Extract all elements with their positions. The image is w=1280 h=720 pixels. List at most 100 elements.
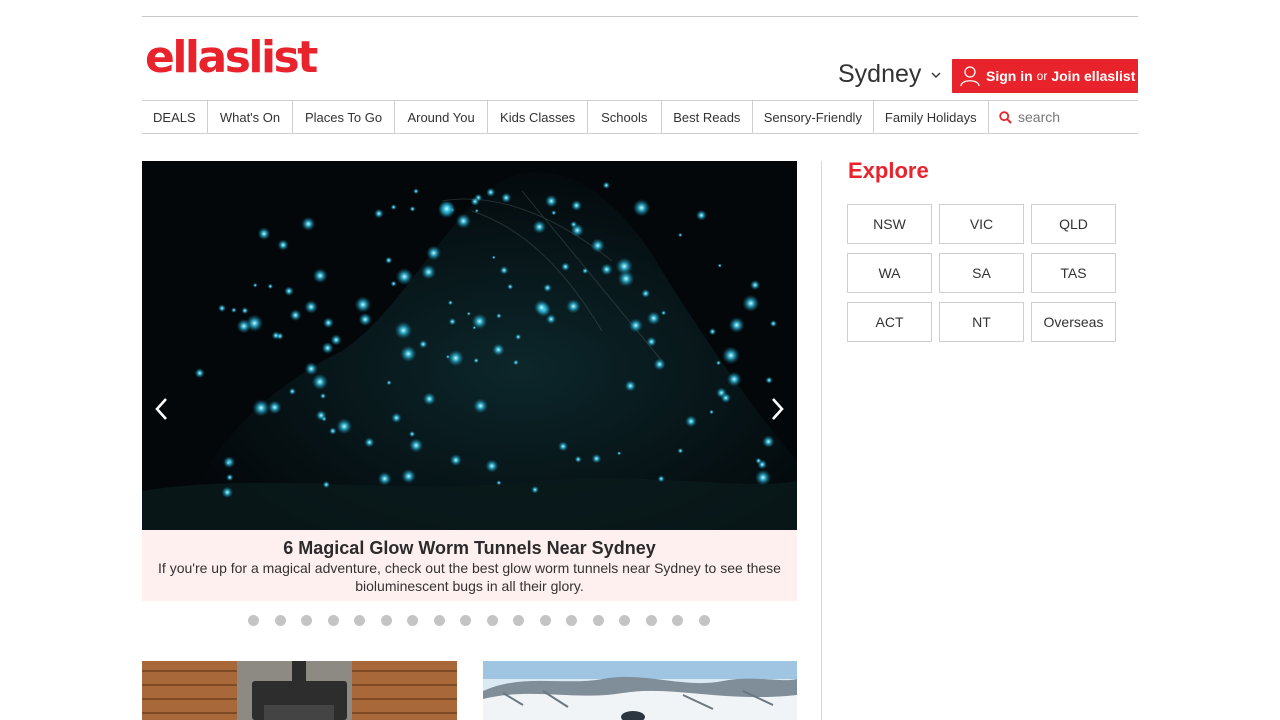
nav-item-schools[interactable]: Schools — [588, 101, 662, 133]
slider-dot[interactable] — [380, 615, 392, 626]
glow-point — [284, 286, 294, 296]
nav-item-around-you[interactable]: Around You — [395, 101, 489, 133]
glow-point — [391, 412, 402, 424]
glow-point — [600, 263, 613, 276]
glow-point — [336, 418, 353, 435]
sign-in-button[interactable]: Sign in or Join ellaslist — [952, 59, 1138, 93]
or-label: or — [1036, 69, 1048, 83]
slider-dot[interactable] — [619, 615, 630, 626]
glow-point — [358, 312, 372, 327]
glow-point — [653, 358, 666, 371]
slider-dot[interactable] — [327, 615, 339, 626]
hero-slide-image[interactable] — [142, 161, 797, 530]
ellaslist-logo[interactable]: ellaslist — [145, 30, 318, 86]
article-thumbnail-fireplace[interactable] — [142, 661, 457, 720]
glow-point — [574, 455, 582, 463]
region-button-nsw[interactable]: NSW — [847, 204, 932, 244]
glow-point — [485, 459, 499, 473]
search-input[interactable] — [1018, 109, 1138, 125]
glow-point — [501, 192, 512, 203]
city-selector[interactable]: Sydney — [838, 60, 941, 89]
region-button-wa[interactable]: WA — [847, 253, 932, 293]
nav-item-places-to-go[interactable]: Places To Go — [293, 101, 395, 133]
glow-point — [543, 283, 552, 293]
glow-point — [722, 346, 740, 365]
nav-item-family-holidays[interactable]: Family Holidays — [874, 101, 989, 133]
glow-point — [231, 307, 237, 313]
nav-item-whats-on[interactable]: What's On — [208, 101, 294, 133]
glow-point — [386, 380, 392, 386]
column-divider — [821, 161, 822, 720]
slider-dot[interactable] — [645, 615, 657, 626]
glow-point — [445, 354, 450, 359]
glow-point — [330, 334, 342, 346]
slider-dot[interactable] — [248, 615, 259, 626]
slider-dot[interactable] — [513, 615, 524, 626]
nav-item-deals[interactable]: DEALS — [142, 101, 208, 133]
slider-dot[interactable] — [566, 615, 577, 626]
glow-point — [726, 371, 742, 387]
glow-point — [695, 209, 707, 221]
slider-dot[interactable] — [274, 615, 286, 626]
chevron-left-icon[interactable] — [150, 396, 174, 422]
nav-search[interactable] — [989, 101, 1138, 133]
glow-point — [401, 468, 417, 484]
hero-caption[interactable]: 6 Magical Glow Worm Tunnels Near Sydney … — [142, 530, 797, 601]
search-icon[interactable] — [999, 110, 1012, 124]
glow-point — [470, 197, 480, 206]
glow-point — [486, 187, 496, 197]
slider-dot[interactable] — [301, 615, 312, 626]
slider-dot[interactable] — [539, 615, 551, 626]
nav-item-sensory-friendly[interactable]: Sensory-Friendly — [753, 101, 874, 133]
glow-point — [709, 409, 714, 415]
glow-point — [473, 398, 489, 414]
hero-title[interactable]: 6 Magical Glow Worm Tunnels Near Sydney — [142, 537, 797, 559]
main-nav: DEALS What's On Places To Go Around You … — [142, 100, 1138, 134]
glow-point — [252, 282, 258, 288]
slider-dot[interactable] — [354, 615, 365, 626]
glow-point — [717, 263, 722, 268]
article-thumbnail-snow[interactable] — [483, 661, 798, 720]
glow-point — [570, 223, 584, 237]
chevron-right-icon[interactable] — [765, 396, 789, 422]
slider-dot[interactable] — [672, 615, 683, 626]
glow-point — [421, 264, 436, 280]
glow-point — [312, 268, 328, 284]
slider-dot[interactable] — [486, 615, 498, 626]
slider-dot[interactable] — [407, 615, 418, 626]
slider-pagination — [248, 615, 710, 626]
glow-point — [532, 220, 547, 234]
glow-point — [496, 313, 502, 319]
glow-point — [241, 307, 249, 315]
glow-point — [390, 280, 397, 287]
glow-point — [364, 437, 375, 448]
nav-item-best-reads[interactable]: Best Reads — [662, 101, 754, 133]
slider-dot[interactable] — [698, 615, 710, 626]
slider-dot[interactable] — [592, 615, 604, 626]
glow-point — [226, 473, 234, 482]
glow-point — [194, 368, 205, 379]
region-button-vic[interactable]: VIC — [939, 204, 1024, 244]
glow-point — [581, 267, 589, 275]
region-button-act[interactable]: ACT — [847, 302, 932, 342]
nav-item-kids-classes[interactable]: Kids Classes — [488, 101, 588, 133]
region-button-sa[interactable]: SA — [939, 253, 1024, 293]
slider-dot[interactable] — [460, 615, 471, 626]
glow-point — [755, 457, 762, 464]
region-button-qld[interactable]: QLD — [1031, 204, 1116, 244]
glow-point — [236, 318, 252, 334]
glow-point — [685, 415, 697, 428]
glow-point — [657, 475, 665, 483]
glow-point — [394, 321, 413, 340]
region-button-tas[interactable]: TAS — [1031, 253, 1116, 293]
sign-in-label: Sign in — [986, 68, 1033, 84]
glow-point — [474, 208, 479, 213]
region-button-nt[interactable]: NT — [939, 302, 1024, 342]
glow-point — [315, 410, 327, 421]
glow-point — [728, 317, 745, 333]
region-button-overseas[interactable]: Overseas — [1031, 302, 1116, 342]
glow-point — [322, 317, 334, 329]
glow-point — [545, 313, 557, 325]
slider-dot[interactable] — [433, 615, 445, 626]
glow-point — [755, 469, 771, 486]
